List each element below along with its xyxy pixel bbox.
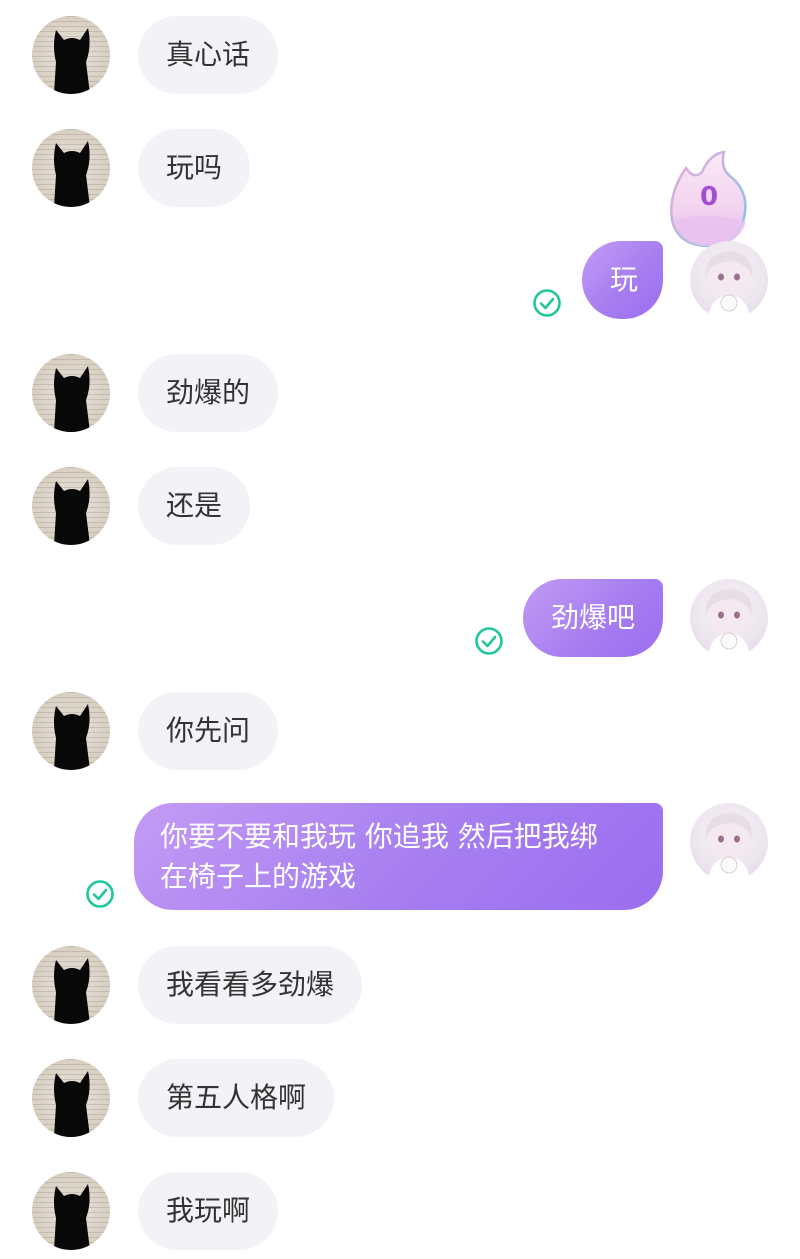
check-circle-icon [533,289,561,317]
contact-avatar[interactable] [32,946,110,1024]
contact-avatar[interactable] [32,354,110,432]
black-cat-silhouette-icon [54,704,90,770]
outgoing-message[interactable]: 你要不要和我玩 你追我 然后把我绑 在椅子上的游戏 [134,803,663,910]
message-text: 我看看多劲爆 [166,968,335,1001]
outgoing-message[interactable]: 劲爆吧 [523,579,663,657]
streak-badge[interactable]: 0 [666,150,752,250]
incoming-message[interactable]: 还是 [138,467,251,545]
my-avatar[interactable] [690,241,768,319]
incoming-message[interactable]: 玩吗 [138,129,251,207]
black-cat-silhouette-icon [54,958,90,1024]
black-cat-silhouette-icon [54,479,90,545]
message-text: 还是 [166,489,223,522]
message-text-line-1: 你要不要和我玩 你追我 然后把我绑 [160,820,598,853]
message-text: 劲爆的 [166,376,251,409]
check-circle-icon [475,627,503,655]
message-text: 我玩啊 [166,1194,251,1227]
message-text: 你先问 [166,714,251,747]
black-cat-silhouette-icon [54,1184,90,1250]
black-cat-silhouette-icon [54,28,90,94]
outgoing-message[interactable]: 玩 [582,241,663,319]
contact-avatar[interactable] [32,129,110,207]
message-text: 玩 [610,263,639,296]
anime-girl-avatar-icon [705,251,753,319]
contact-avatar[interactable] [32,16,110,94]
incoming-message[interactable]: 我看看多劲爆 [138,946,363,1024]
message-text-line-2: 在椅子上的游戏 [160,860,357,893]
my-avatar[interactable] [690,579,768,657]
my-avatar[interactable] [690,803,768,881]
streak-count: 0 [699,182,719,212]
incoming-message[interactable]: 劲爆的 [138,354,279,432]
contact-avatar[interactable] [32,467,110,545]
incoming-message[interactable]: 你先问 [138,692,279,770]
incoming-message[interactable]: 第五人格啊 [138,1059,335,1137]
message-text: 玩吗 [166,151,223,184]
message-text: 真心话 [166,38,251,71]
incoming-message[interactable]: 真心话 [138,16,279,94]
black-cat-silhouette-icon [54,141,90,207]
anime-girl-avatar-icon [705,589,753,657]
contact-avatar[interactable] [32,1172,110,1250]
black-cat-silhouette-icon [54,366,90,432]
contact-avatar[interactable] [32,1059,110,1137]
contact-avatar[interactable] [32,692,110,770]
anime-girl-avatar-icon [705,813,753,881]
incoming-message[interactable]: 我玩啊 [138,1172,279,1250]
message-text: 劲爆吧 [551,601,636,634]
message-text: 第五人格啊 [166,1081,307,1114]
black-cat-silhouette-icon [54,1071,90,1137]
check-circle-icon [86,880,114,908]
